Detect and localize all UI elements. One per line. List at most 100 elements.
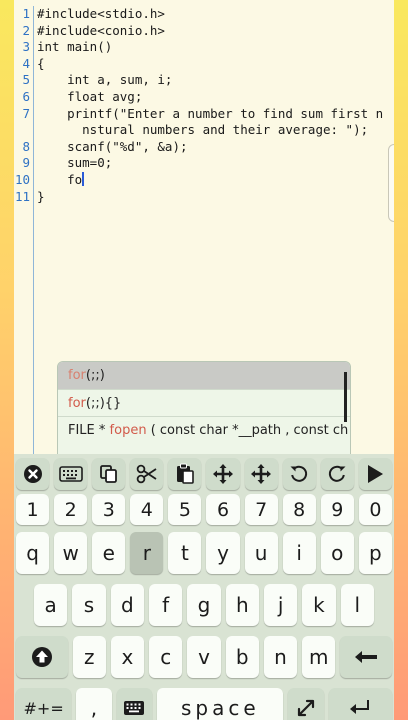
redo-icon	[327, 464, 347, 484]
key-q[interactable]: q	[16, 532, 50, 574]
key-w[interactable]: w	[54, 532, 88, 574]
key-u[interactable]: u	[244, 532, 278, 574]
line-number-gutter: 1 2 3 4 5 6 7 8 9 10 11	[14, 6, 34, 486]
key-v[interactable]: v	[187, 636, 221, 678]
paste-key[interactable]	[168, 458, 202, 490]
code-line[interactable]: int main()	[37, 39, 387, 56]
line-number: 2	[22, 22, 30, 38]
code-line[interactable]: #include<stdio.h>	[37, 6, 387, 23]
autocomplete-item[interactable]: for(;;){}	[58, 389, 350, 416]
key-k[interactable]: k	[302, 584, 336, 626]
line-number-wrap-spacer	[14, 122, 33, 139]
code-line[interactable]: scanf("%d", &a);	[37, 139, 387, 156]
key-s[interactable]: s	[72, 584, 106, 626]
key-l[interactable]: l	[340, 584, 374, 626]
keyboard-toggle-key[interactable]	[54, 458, 88, 490]
line-number: 10	[14, 171, 30, 187]
code-line[interactable]: }	[37, 189, 387, 206]
key-0[interactable]: 0	[358, 494, 392, 525]
key-i[interactable]: i	[282, 532, 316, 574]
code-line[interactable]: {	[37, 56, 387, 73]
redo-key[interactable]	[320, 458, 354, 490]
key-o[interactable]: o	[320, 532, 354, 574]
enter-key[interactable]	[328, 688, 393, 720]
soft-keyboard: 1 2 3 4 5 6 7 8 9 0 q w e r t y u i o p …	[14, 454, 394, 720]
space-key[interactable]: space	[157, 688, 284, 720]
autocomplete-match: for	[68, 368, 86, 383]
code-editor[interactable]: #include<stdio.h> #include<conio.h> int …	[37, 6, 387, 205]
key-5[interactable]: 5	[168, 494, 202, 525]
autocomplete-item[interactable]: FILE * fopen ( const char *__path , cons…	[58, 416, 350, 443]
key-3[interactable]: 3	[92, 494, 126, 525]
code-line-wrapped[interactable]: nstural numbers and their average: ");	[37, 122, 387, 139]
run-icon	[366, 464, 384, 484]
key-e[interactable]: e	[92, 532, 126, 574]
cut-icon	[136, 464, 158, 484]
key-n[interactable]: n	[263, 636, 298, 678]
key-d[interactable]: d	[110, 584, 144, 626]
key-p[interactable]: p	[358, 532, 392, 574]
copy-icon	[99, 464, 119, 484]
key-j[interactable]: j	[263, 584, 298, 626]
scroll-handle[interactable]	[388, 144, 394, 222]
key-m[interactable]: m	[302, 636, 336, 678]
cut-key[interactable]	[130, 458, 164, 490]
letter-row-q: q w e r t y u i o p	[14, 532, 394, 574]
key-8[interactable]: 8	[282, 494, 316, 525]
move-cursor-key[interactable]	[206, 458, 240, 490]
key-1[interactable]: 1	[16, 494, 50, 525]
undo-key[interactable]	[282, 458, 316, 490]
key-z[interactable]: z	[72, 636, 106, 678]
key-comma[interactable]: ,	[76, 688, 112, 720]
key-f[interactable]: f	[148, 584, 183, 626]
key-r[interactable]: r	[130, 532, 164, 574]
key-4[interactable]: 4	[130, 494, 164, 525]
undo-icon	[289, 464, 309, 484]
code-line[interactable]: sum=0;	[37, 155, 387, 172]
app-frame: 1 2 3 4 5 6 7 8 9 10 11 #include<stdio.h…	[14, 0, 394, 720]
code-line[interactable]: #include<conio.h>	[37, 23, 387, 40]
line-number: 3	[22, 39, 30, 55]
autocomplete-rest: (;;){}	[85, 396, 122, 411]
expand-key[interactable]	[288, 688, 324, 720]
code-line[interactable]: printf("Enter a number to find sum first…	[37, 106, 387, 123]
shift-icon	[31, 646, 53, 668]
autocomplete-item[interactable]: for(;;)	[58, 362, 350, 389]
run-key[interactable]	[358, 458, 392, 490]
symbols-key[interactable]: #+=	[16, 688, 72, 720]
key-h[interactable]: h	[225, 584, 259, 626]
current-line-text[interactable]: fo	[37, 172, 82, 187]
key-c[interactable]: c	[149, 636, 183, 678]
key-6[interactable]: 6	[206, 494, 240, 525]
copy-key[interactable]	[92, 458, 126, 490]
key-y[interactable]: y	[206, 532, 240, 574]
autocomplete-match: for	[68, 396, 86, 411]
clear-key[interactable]	[16, 458, 50, 490]
line-number: 9	[22, 155, 30, 171]
line-number: 8	[22, 138, 30, 154]
clear-icon	[23, 464, 43, 484]
key-b[interactable]: b	[225, 636, 259, 678]
autocomplete-match: fopen	[109, 423, 147, 438]
autocomplete-rest: (;;)	[85, 368, 105, 383]
select-move-key[interactable]	[244, 458, 278, 490]
autocomplete-prefix: FILE *	[68, 423, 110, 438]
key-t[interactable]: t	[168, 532, 202, 574]
key-7[interactable]: 7	[244, 494, 278, 525]
key-a[interactable]: a	[34, 584, 68, 626]
autocomplete-scrollbar[interactable]	[344, 372, 347, 422]
key-2[interactable]: 2	[54, 494, 88, 525]
code-line[interactable]: float avg;	[37, 89, 387, 106]
code-line-current[interactable]: fo	[37, 171, 387, 189]
key-x[interactable]: x	[110, 636, 145, 678]
key-g[interactable]: g	[187, 584, 221, 626]
shift-key[interactable]	[16, 636, 68, 678]
digit-row: 1 2 3 4 5 6 7 8 9 0	[14, 494, 394, 525]
key-9[interactable]: 9	[320, 494, 354, 525]
backspace-key[interactable]	[340, 636, 392, 678]
paste-icon	[175, 463, 195, 485]
keyboard-switch-key[interactable]	[116, 688, 153, 720]
code-line[interactable]: int a, sum, i;	[37, 72, 387, 89]
line-number: 1	[22, 6, 30, 21]
line-number: 6	[22, 88, 30, 104]
